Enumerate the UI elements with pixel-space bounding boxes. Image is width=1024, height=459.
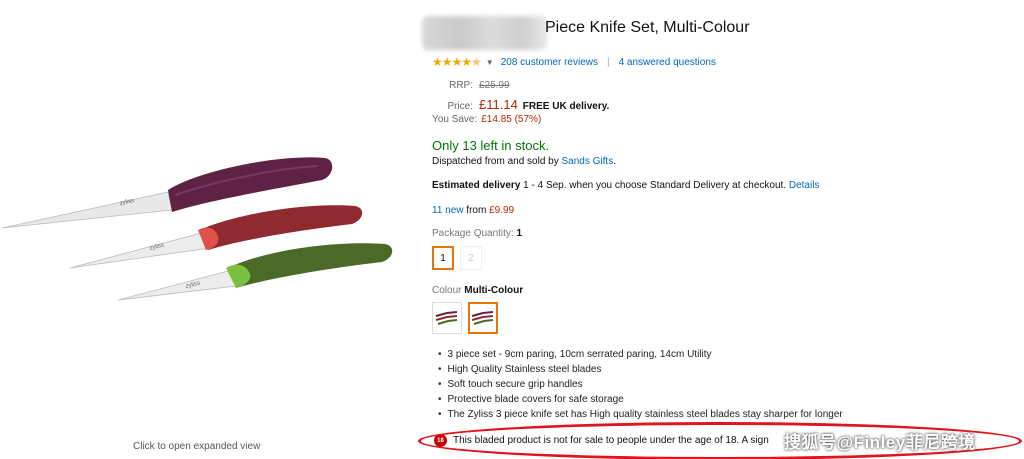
package-quantity-value: 1	[516, 228, 523, 239]
seller-link[interactable]: Sands Gifts	[562, 156, 614, 167]
product-image[interactable]: zyliss zyliss zyliss	[0, 140, 410, 320]
list-item: The Zyliss 3 piece knife set has High qu…	[438, 407, 843, 422]
delivery-label: Estimated delivery	[432, 180, 521, 191]
knife-thumbnail-icon	[435, 311, 458, 325]
price-value: £11.14	[479, 97, 518, 112]
offers-from-text: from	[466, 205, 487, 216]
colour-title: Colour	[432, 285, 462, 296]
list-item: Protective blade covers for safe storage	[438, 392, 843, 407]
blurred-title-region	[422, 16, 547, 50]
quantity-option-2[interactable]: 2	[460, 246, 482, 270]
age-restriction-icon: 18	[434, 434, 447, 447]
list-item: 3 piece set - 9cm paring, 10cm serrated …	[438, 347, 843, 362]
dispatched-suffix: .	[613, 156, 616, 167]
package-quantity-title: Package Quantity:	[432, 228, 514, 239]
you-save-row: You Save: £14.85 (57%)	[432, 114, 609, 131]
star-rating-icon[interactable]: ★★★★★	[432, 55, 482, 69]
list-item: Soft touch secure grip handles	[438, 377, 843, 392]
colour-swatch-2[interactable]	[468, 302, 498, 334]
customer-reviews-link[interactable]: 208 customer reviews	[501, 57, 598, 68]
feature-bullets: 3 piece set - 9cm paring, 10cm serrated …	[438, 347, 843, 422]
new-offers-link[interactable]: 11 new	[432, 205, 464, 216]
price-row: Price: £11.14 FREE UK delivery.	[432, 97, 609, 114]
rrp-value: £25.99	[479, 80, 510, 91]
delivery-text: 1 - 4 Sep. when you choose Standard Deli…	[520, 180, 787, 191]
watermark: 搜狐号@Finley菲尼跨境	[784, 433, 976, 452]
package-quantity-label: Package Quantity: 1	[432, 228, 522, 239]
colour-swatches	[432, 302, 498, 334]
list-item: High Quality Stainless steel blades	[438, 362, 843, 377]
chevron-down-icon[interactable]: ▼	[486, 58, 494, 67]
colour-label: Colour Multi-Colour	[432, 285, 523, 296]
details-pane: Piece Knife Set, Multi-Colour ★★★★★ ▼ 20…	[422, 0, 1024, 459]
price-label: Price:	[447, 101, 473, 112]
stock-status: Only 13 left in stock.	[432, 138, 550, 153]
title-row: Piece Knife Set, Multi-Colour	[422, 14, 822, 50]
delivery-details-link[interactable]: Details	[789, 180, 820, 191]
product-title: Piece Knife Set, Multi-Colour	[545, 19, 750, 36]
age-warning: 18 This bladed product is not for sale t…	[434, 434, 769, 447]
divider: |	[606, 56, 610, 68]
estimated-delivery: Estimated delivery 1 - 4 Sep. when you c…	[432, 180, 819, 191]
dispatched-info: Dispatched from and sold by Sands Gifts.	[432, 156, 616, 167]
quantity-option-1[interactable]: 1	[432, 246, 454, 270]
image-pane: zyliss zyliss zyliss Click to open expan…	[0, 0, 410, 459]
dispatched-prefix: Dispatched from and sold by	[432, 156, 559, 167]
you-save-label: You Save:	[432, 114, 478, 125]
rating-row: ★★★★★ ▼ 208 customer reviews | 4 answere…	[432, 55, 716, 69]
price-block: RRP: £25.99 Price: £11.14 FREE UK delive…	[432, 80, 609, 131]
free-delivery-note: FREE UK delivery.	[522, 101, 610, 112]
rrp-label: RRP:	[449, 80, 473, 91]
offers-price: £9.99	[489, 205, 515, 216]
package-quantity-options: 1 2	[432, 246, 482, 270]
age-warning-text: This bladed product is not for sale to p…	[453, 435, 769, 446]
you-save-value: £14.85 (57%)	[481, 114, 542, 125]
offers-row: 11 new from £9.99	[432, 205, 514, 216]
knife-thumbnail-icon	[471, 311, 494, 325]
rrp-row: RRP: £25.99	[432, 80, 609, 97]
colour-value: Multi-Colour	[464, 285, 524, 296]
answered-questions-link[interactable]: 4 answered questions	[619, 57, 716, 68]
colour-swatch-1[interactable]	[432, 302, 462, 334]
expand-view-link[interactable]: Click to open expanded view	[133, 441, 260, 452]
